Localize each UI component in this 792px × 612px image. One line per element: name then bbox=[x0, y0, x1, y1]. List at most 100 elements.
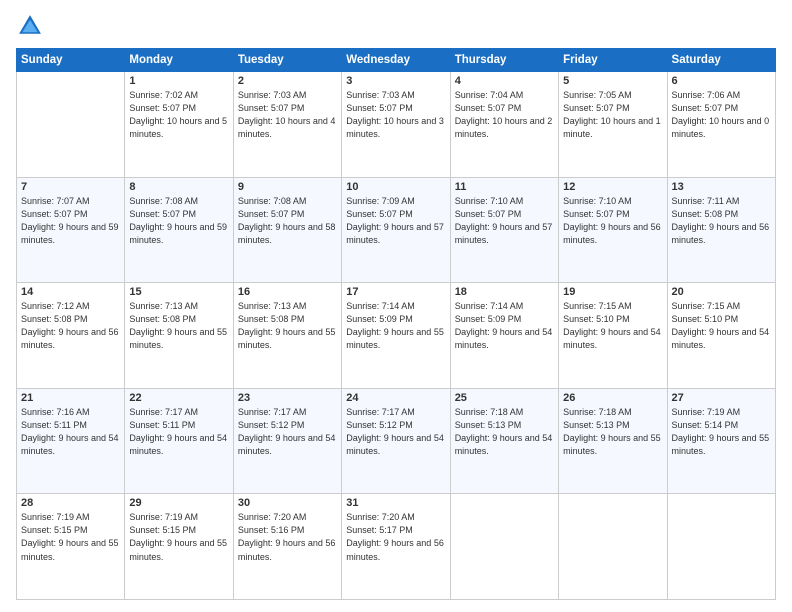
day-info: Sunrise: 7:13 AMSunset: 5:08 PMDaylight:… bbox=[238, 300, 337, 352]
day-info: Sunrise: 7:14 AMSunset: 5:09 PMDaylight:… bbox=[455, 300, 554, 352]
day-info: Sunrise: 7:06 AMSunset: 5:07 PMDaylight:… bbox=[672, 89, 771, 141]
day-info: Sunrise: 7:10 AMSunset: 5:07 PMDaylight:… bbox=[563, 195, 662, 247]
calendar-cell: 4 Sunrise: 7:04 AMSunset: 5:07 PMDaylight… bbox=[450, 72, 558, 178]
weekday-header: Sunday bbox=[17, 49, 125, 72]
day-number: 13 bbox=[672, 181, 771, 193]
day-info: Sunrise: 7:03 AMSunset: 5:07 PMDaylight:… bbox=[346, 89, 445, 141]
day-info: Sunrise: 7:13 AMSunset: 5:08 PMDaylight:… bbox=[129, 300, 228, 352]
calendar-cell: 29 Sunrise: 7:19 AMSunset: 5:15 PMDayligh… bbox=[125, 494, 233, 600]
day-info: Sunrise: 7:19 AMSunset: 5:14 PMDaylight:… bbox=[672, 406, 771, 458]
calendar-cell: 24 Sunrise: 7:17 AMSunset: 5:12 PMDayligh… bbox=[342, 388, 450, 494]
calendar-cell: 15 Sunrise: 7:13 AMSunset: 5:08 PMDayligh… bbox=[125, 283, 233, 389]
calendar-table: SundayMondayTuesdayWednesdayThursdayFrid… bbox=[16, 48, 776, 600]
calendar-cell: 6Sunrise: 7:06 AMSunset: 5:07 PMDaylight… bbox=[667, 72, 775, 178]
calendar-cell: 11Sunrise: 7:10 AMSunset: 5:07 PMDayligh… bbox=[450, 177, 558, 283]
day-info: Sunrise: 7:15 AMSunset: 5:10 PMDaylight:… bbox=[672, 300, 771, 352]
day-number: 17 bbox=[346, 286, 445, 298]
day-number: 19 bbox=[563, 286, 662, 298]
calendar-cell: 22Sunrise: 7:17 AMSunset: 5:11 PMDayligh… bbox=[125, 388, 233, 494]
calendar-cell bbox=[559, 494, 667, 600]
day-number: 29 bbox=[129, 497, 228, 509]
day-info: Sunrise: 7:05 AMSunset: 5:07 PMDaylight:… bbox=[563, 89, 662, 141]
calendar-cell: 5Sunrise: 7:05 AMSunset: 5:07 PMDaylight… bbox=[559, 72, 667, 178]
day-info: Sunrise: 7:19 AMSunset: 5:15 PMDaylight:… bbox=[21, 511, 120, 563]
day-info: Sunrise: 7:04 AMSunset: 5:07 PMDaylight:… bbox=[455, 89, 554, 141]
day-info: Sunrise: 7:17 AMSunset: 5:11 PMDaylight:… bbox=[129, 406, 228, 458]
page: SundayMondayTuesdayWednesdayThursdayFrid… bbox=[0, 0, 792, 612]
day-info: Sunrise: 7:11 AMSunset: 5:08 PMDaylight:… bbox=[672, 195, 771, 247]
header bbox=[16, 12, 776, 40]
day-number: 9 bbox=[238, 181, 337, 193]
weekday-header: Wednesday bbox=[342, 49, 450, 72]
day-number: 21 bbox=[21, 392, 120, 404]
weekday-header: Thursday bbox=[450, 49, 558, 72]
calendar-cell: 13 Sunrise: 7:11 AMSunset: 5:08 PMDayligh… bbox=[667, 177, 775, 283]
day-info: Sunrise: 7:09 AMSunset: 5:07 PMDaylight:… bbox=[346, 195, 445, 247]
day-number: 1 bbox=[129, 75, 228, 87]
calendar-cell: 3Sunrise: 7:03 AMSunset: 5:07 PMDaylight… bbox=[342, 72, 450, 178]
calendar-cell: 23 Sunrise: 7:17 AMSunset: 5:12 PMDayligh… bbox=[233, 388, 341, 494]
day-info: Sunrise: 7:19 AMSunset: 5:15 PMDaylight:… bbox=[129, 511, 228, 563]
day-info: Sunrise: 7:17 AMSunset: 5:12 PMDaylight:… bbox=[238, 406, 337, 458]
calendar-cell bbox=[450, 494, 558, 600]
calendar-week-row: 1Sunrise: 7:02 AMSunset: 5:07 PMDaylight… bbox=[17, 72, 776, 178]
calendar-cell: 10 Sunrise: 7:09 AMSunset: 5:07 PMDayligh… bbox=[342, 177, 450, 283]
day-number: 12 bbox=[563, 181, 662, 193]
calendar-cell: 28 Sunrise: 7:19 AMSunset: 5:15 PMDayligh… bbox=[17, 494, 125, 600]
day-number: 24 bbox=[346, 392, 445, 404]
day-info: Sunrise: 7:15 AMSunset: 5:10 PMDaylight:… bbox=[563, 300, 662, 352]
day-number: 11 bbox=[455, 181, 554, 193]
logo bbox=[16, 12, 48, 40]
day-number: 18 bbox=[455, 286, 554, 298]
day-info: Sunrise: 7:20 AMSunset: 5:16 PMDaylight:… bbox=[238, 511, 337, 563]
calendar-cell: 7 Sunrise: 7:07 AMSunset: 5:07 PMDaylight… bbox=[17, 177, 125, 283]
day-info: Sunrise: 7:03 AMSunset: 5:07 PMDaylight:… bbox=[238, 89, 337, 141]
day-number: 20 bbox=[672, 286, 771, 298]
calendar-cell: 27 Sunrise: 7:19 AMSunset: 5:14 PMDayligh… bbox=[667, 388, 775, 494]
day-number: 28 bbox=[21, 497, 120, 509]
day-number: 16 bbox=[238, 286, 337, 298]
calendar-cell: 16 Sunrise: 7:13 AMSunset: 5:08 PMDayligh… bbox=[233, 283, 341, 389]
day-number: 30 bbox=[238, 497, 337, 509]
day-number: 27 bbox=[672, 392, 771, 404]
calendar-week-row: 14Sunrise: 7:12 AMSunset: 5:08 PMDayligh… bbox=[17, 283, 776, 389]
calendar-cell: 30 Sunrise: 7:20 AMSunset: 5:16 PMDayligh… bbox=[233, 494, 341, 600]
day-info: Sunrise: 7:17 AMSunset: 5:12 PMDaylight:… bbox=[346, 406, 445, 458]
calendar-cell: 2 Sunrise: 7:03 AMSunset: 5:07 PMDaylight… bbox=[233, 72, 341, 178]
calendar-week-row: 21 Sunrise: 7:16 AMSunset: 5:11 PMDayligh… bbox=[17, 388, 776, 494]
day-number: 23 bbox=[238, 392, 337, 404]
weekday-header: Saturday bbox=[667, 49, 775, 72]
day-number: 10 bbox=[346, 181, 445, 193]
calendar-cell: 26Sunrise: 7:18 AMSunset: 5:13 PMDayligh… bbox=[559, 388, 667, 494]
day-number: 8 bbox=[129, 181, 228, 193]
day-number: 7 bbox=[21, 181, 120, 193]
calendar-cell: 19 Sunrise: 7:15 AMSunset: 5:10 PMDayligh… bbox=[559, 283, 667, 389]
weekday-header: Monday bbox=[125, 49, 233, 72]
calendar-cell: 17 Sunrise: 7:14 AMSunset: 5:09 PMDayligh… bbox=[342, 283, 450, 389]
calendar-cell: 18 Sunrise: 7:14 AMSunset: 5:09 PMDayligh… bbox=[450, 283, 558, 389]
day-info: Sunrise: 7:14 AMSunset: 5:09 PMDaylight:… bbox=[346, 300, 445, 352]
calendar-cell bbox=[17, 72, 125, 178]
calendar-cell: 20 Sunrise: 7:15 AMSunset: 5:10 PMDayligh… bbox=[667, 283, 775, 389]
calendar-cell bbox=[667, 494, 775, 600]
calendar-cell: 9 Sunrise: 7:08 AMSunset: 5:07 PMDaylight… bbox=[233, 177, 341, 283]
weekday-header: Tuesday bbox=[233, 49, 341, 72]
calendar-cell: 31 Sunrise: 7:20 AMSunset: 5:17 PMDayligh… bbox=[342, 494, 450, 600]
day-number: 31 bbox=[346, 497, 445, 509]
weekday-header: Friday bbox=[559, 49, 667, 72]
day-number: 4 bbox=[455, 75, 554, 87]
calendar-cell: 21 Sunrise: 7:16 AMSunset: 5:11 PMDayligh… bbox=[17, 388, 125, 494]
calendar-cell: 25 Sunrise: 7:18 AMSunset: 5:13 PMDayligh… bbox=[450, 388, 558, 494]
calendar-week-row: 7 Sunrise: 7:07 AMSunset: 5:07 PMDaylight… bbox=[17, 177, 776, 283]
weekday-header-row: SundayMondayTuesdayWednesdayThursdayFrid… bbox=[17, 49, 776, 72]
day-info: Sunrise: 7:20 AMSunset: 5:17 PMDaylight:… bbox=[346, 511, 445, 563]
day-number: 25 bbox=[455, 392, 554, 404]
day-info: Sunrise: 7:18 AMSunset: 5:13 PMDaylight:… bbox=[455, 406, 554, 458]
day-number: 2 bbox=[238, 75, 337, 87]
day-info: Sunrise: 7:16 AMSunset: 5:11 PMDaylight:… bbox=[21, 406, 120, 458]
day-number: 15 bbox=[129, 286, 228, 298]
day-number: 26 bbox=[563, 392, 662, 404]
calendar-cell: 1Sunrise: 7:02 AMSunset: 5:07 PMDaylight… bbox=[125, 72, 233, 178]
day-info: Sunrise: 7:08 AMSunset: 5:07 PMDaylight:… bbox=[238, 195, 337, 247]
day-info: Sunrise: 7:07 AMSunset: 5:07 PMDaylight:… bbox=[21, 195, 120, 247]
